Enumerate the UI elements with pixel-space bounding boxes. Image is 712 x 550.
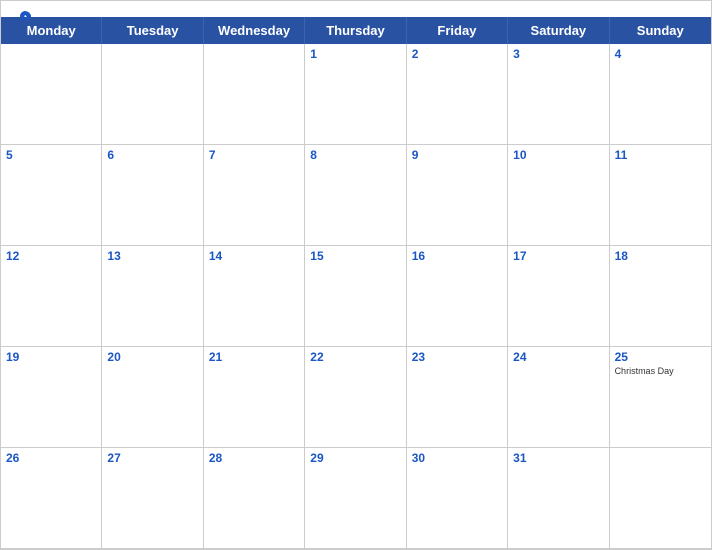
calendar-cell: 24 — [508, 347, 609, 448]
calendar-cell: 23 — [407, 347, 508, 448]
calendar-cell: 2 — [407, 44, 508, 145]
date-number: 25 — [615, 350, 706, 364]
calendar-cell — [102, 44, 203, 145]
date-number: 14 — [209, 249, 299, 263]
calendar-cell: 31 — [508, 448, 609, 549]
date-number: 29 — [310, 451, 400, 465]
weekday-header-tuesday: Tuesday — [102, 17, 203, 44]
date-number: 5 — [6, 148, 96, 162]
calendar-cell: 22 — [305, 347, 406, 448]
logo-blue — [17, 9, 35, 25]
calendar-cell: 28 — [204, 448, 305, 549]
weekday-header-sunday: Sunday — [610, 17, 711, 44]
date-number: 8 — [310, 148, 400, 162]
calendar-cell: 16 — [407, 246, 508, 347]
calendar-cell: 3 — [508, 44, 609, 145]
date-number: 9 — [412, 148, 502, 162]
date-number: 19 — [6, 350, 96, 364]
calendar-cell: 7 — [204, 145, 305, 246]
calendar-header — [1, 1, 711, 17]
calendar-cell: 1 — [305, 44, 406, 145]
date-number: 17 — [513, 249, 603, 263]
date-number: 21 — [209, 350, 299, 364]
date-number: 18 — [615, 249, 706, 263]
calendar-cell: 9 — [407, 145, 508, 246]
calendar-cell: 19 — [1, 347, 102, 448]
calendar-cell: 30 — [407, 448, 508, 549]
calendar-cell: 18 — [610, 246, 711, 347]
calendar-grid: 1234567891011121314151617181920212223242… — [1, 44, 711, 549]
calendar-cell: 27 — [102, 448, 203, 549]
date-number: 3 — [513, 47, 603, 61]
date-number: 15 — [310, 249, 400, 263]
calendar-cell: 25 Christmas Day — [610, 347, 711, 448]
calendar-cell: 6 — [102, 145, 203, 246]
date-number: 7 — [209, 148, 299, 162]
weekdays-header: MondayTuesdayWednesdayThursdayFridaySatu… — [1, 17, 711, 44]
weekday-header-wednesday: Wednesday — [204, 17, 305, 44]
calendar-cell: 8 — [305, 145, 406, 246]
calendar-cell — [204, 44, 305, 145]
calendar-cell: 10 — [508, 145, 609, 246]
logo — [17, 9, 35, 25]
weekday-header-thursday: Thursday — [305, 17, 406, 44]
date-number: 23 — [412, 350, 502, 364]
calendar-cell — [1, 44, 102, 145]
date-number: 27 — [107, 451, 197, 465]
calendar-cell: 29 — [305, 448, 406, 549]
calendar-cell: 20 — [102, 347, 203, 448]
weekday-header-friday: Friday — [407, 17, 508, 44]
date-number: 2 — [412, 47, 502, 61]
calendar-container: MondayTuesdayWednesdayThursdayFridaySatu… — [0, 0, 712, 550]
calendar-cell: 15 — [305, 246, 406, 347]
date-number: 31 — [513, 451, 603, 465]
calendar-cell: 5 — [1, 145, 102, 246]
calendar-cell: 21 — [204, 347, 305, 448]
date-number: 10 — [513, 148, 603, 162]
calendar-cell: 17 — [508, 246, 609, 347]
calendar-cell: 13 — [102, 246, 203, 347]
logo-bird-icon — [17, 9, 33, 25]
date-number: 24 — [513, 350, 603, 364]
date-number: 30 — [412, 451, 502, 465]
calendar-cell — [610, 448, 711, 549]
date-number: 6 — [107, 148, 197, 162]
calendar-cell: 26 — [1, 448, 102, 549]
date-number: 26 — [6, 451, 96, 465]
date-number: 12 — [6, 249, 96, 263]
date-number: 28 — [209, 451, 299, 465]
date-number: 11 — [615, 148, 706, 162]
calendar-cell: 12 — [1, 246, 102, 347]
holiday-label: Christmas Day — [615, 366, 706, 376]
date-number: 1 — [310, 47, 400, 61]
weekday-header-saturday: Saturday — [508, 17, 609, 44]
date-number: 16 — [412, 249, 502, 263]
date-number: 22 — [310, 350, 400, 364]
date-number: 20 — [107, 350, 197, 364]
calendar-cell: 14 — [204, 246, 305, 347]
calendar-cell: 4 — [610, 44, 711, 145]
calendar-cell: 11 — [610, 145, 711, 246]
date-number: 13 — [107, 249, 197, 263]
date-number: 4 — [615, 47, 706, 61]
